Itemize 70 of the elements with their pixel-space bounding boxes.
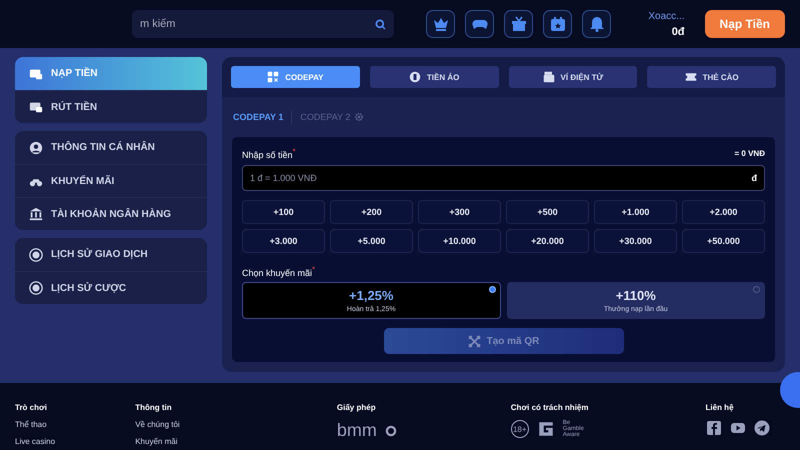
sidebar-item[interactable]: LỊCH SỬ GIAO DỊCH [15,238,207,271]
footer-heading: Chơi có trách nhiệm [510,403,590,412]
amount-chip[interactable]: +2.000 [682,200,765,224]
balance: 0đ [672,26,685,38]
crown-button[interactable] [426,10,455,38]
amount-chip[interactable]: +1.000 [594,200,677,224]
sidebar-item[interactable]: THÔNG TIN CÁ NHÂN [15,131,207,164]
sidebar-item[interactable]: KHUYẾN MÃI [15,164,207,197]
seal-icon [384,424,397,436]
amount-chip[interactable]: +3.000 [242,229,325,253]
required-mark: * [292,147,296,156]
gamcare-icon [536,420,555,438]
payment-tab[interactable]: TIỀN ẢO [370,66,498,88]
calendar-button[interactable] [543,10,572,38]
gear-icon [354,112,364,122]
crown-icon [432,16,448,32]
footer-link[interactable]: Thể thao [15,420,136,429]
footer-heading: Trò chơi [15,403,48,412]
amount-chip[interactable]: +100 [242,200,325,224]
ticket-icon [684,71,697,83]
card-icon [29,100,43,114]
required-mark: * [312,265,316,274]
gift-button[interactable] [504,10,533,38]
footer-heading: Liên hệ [706,403,735,412]
field-label: Nhập số tiền$^{*}$ [242,147,296,160]
amount-chip[interactable]: +300 [418,200,501,224]
converted-amount: = 0 VNĐ [734,149,765,158]
payment-tab[interactable]: THẺ CÀO [647,66,776,88]
bell-button[interactable] [582,10,611,38]
amount-chip[interactable]: +500 [506,200,589,224]
footer-heading: Thông tin [135,403,173,412]
footer-link[interactable]: Về chúng tôi [135,420,337,429]
sidebar-item[interactable]: LỊCH SỬ CƯỢC [15,271,207,304]
username: Xoacc... [648,10,685,22]
footer-link[interactable]: Khuyến mãi [135,437,337,446]
age-limit-badge: 18+ [510,420,529,438]
bank-icon [29,207,43,221]
amount-chip[interactable]: +20.000 [506,229,589,253]
qr-icon [267,71,280,83]
field-label: Chọn khuyến mãi$^{*}$ [242,268,316,278]
license-logo: bmm [336,420,377,441]
footer-link[interactable]: Live casino [15,437,136,446]
youtube-icon [730,420,746,436]
amount-chip[interactable]: +200 [330,200,413,224]
gamepad-button[interactable] [465,10,494,38]
telegram-icon [754,420,770,436]
search-field[interactable]: m kiếm [132,10,394,38]
search-icon [375,19,386,30]
card-icon [29,66,43,80]
bell-icon [588,16,604,32]
currency-suffix: đ [752,173,757,183]
sidebar-item[interactable]: TÀI KHOẢN NGÂN HÀNG [15,197,207,230]
payment-tab[interactable]: VÍ ĐIỆN TỬ [508,66,638,88]
wallet-icon [542,71,555,83]
amount-chip[interactable]: +10.000 [418,229,501,253]
footer-heading: Giấy phép [336,403,377,412]
calendar-icon [550,16,566,32]
amount-chip[interactable]: +50.000 [682,229,765,253]
qr-icon [468,334,481,348]
radio-button[interactable] [488,286,496,293]
user-icon [29,140,43,154]
facebook-icon [706,420,722,436]
sidebar-item[interactable]: NẠP TIỀN [15,57,207,90]
method-tab[interactable]: CODEPAY 1 [233,112,292,122]
sidebar-item[interactable]: RÚT TIỀN [15,90,207,123]
radio-button[interactable] [753,286,760,293]
amount-chip[interactable]: +30.000 [594,229,677,253]
gift-icon [510,16,526,32]
coin-icon [408,71,421,83]
amount-chip[interactable]: +5.000 [330,229,413,253]
